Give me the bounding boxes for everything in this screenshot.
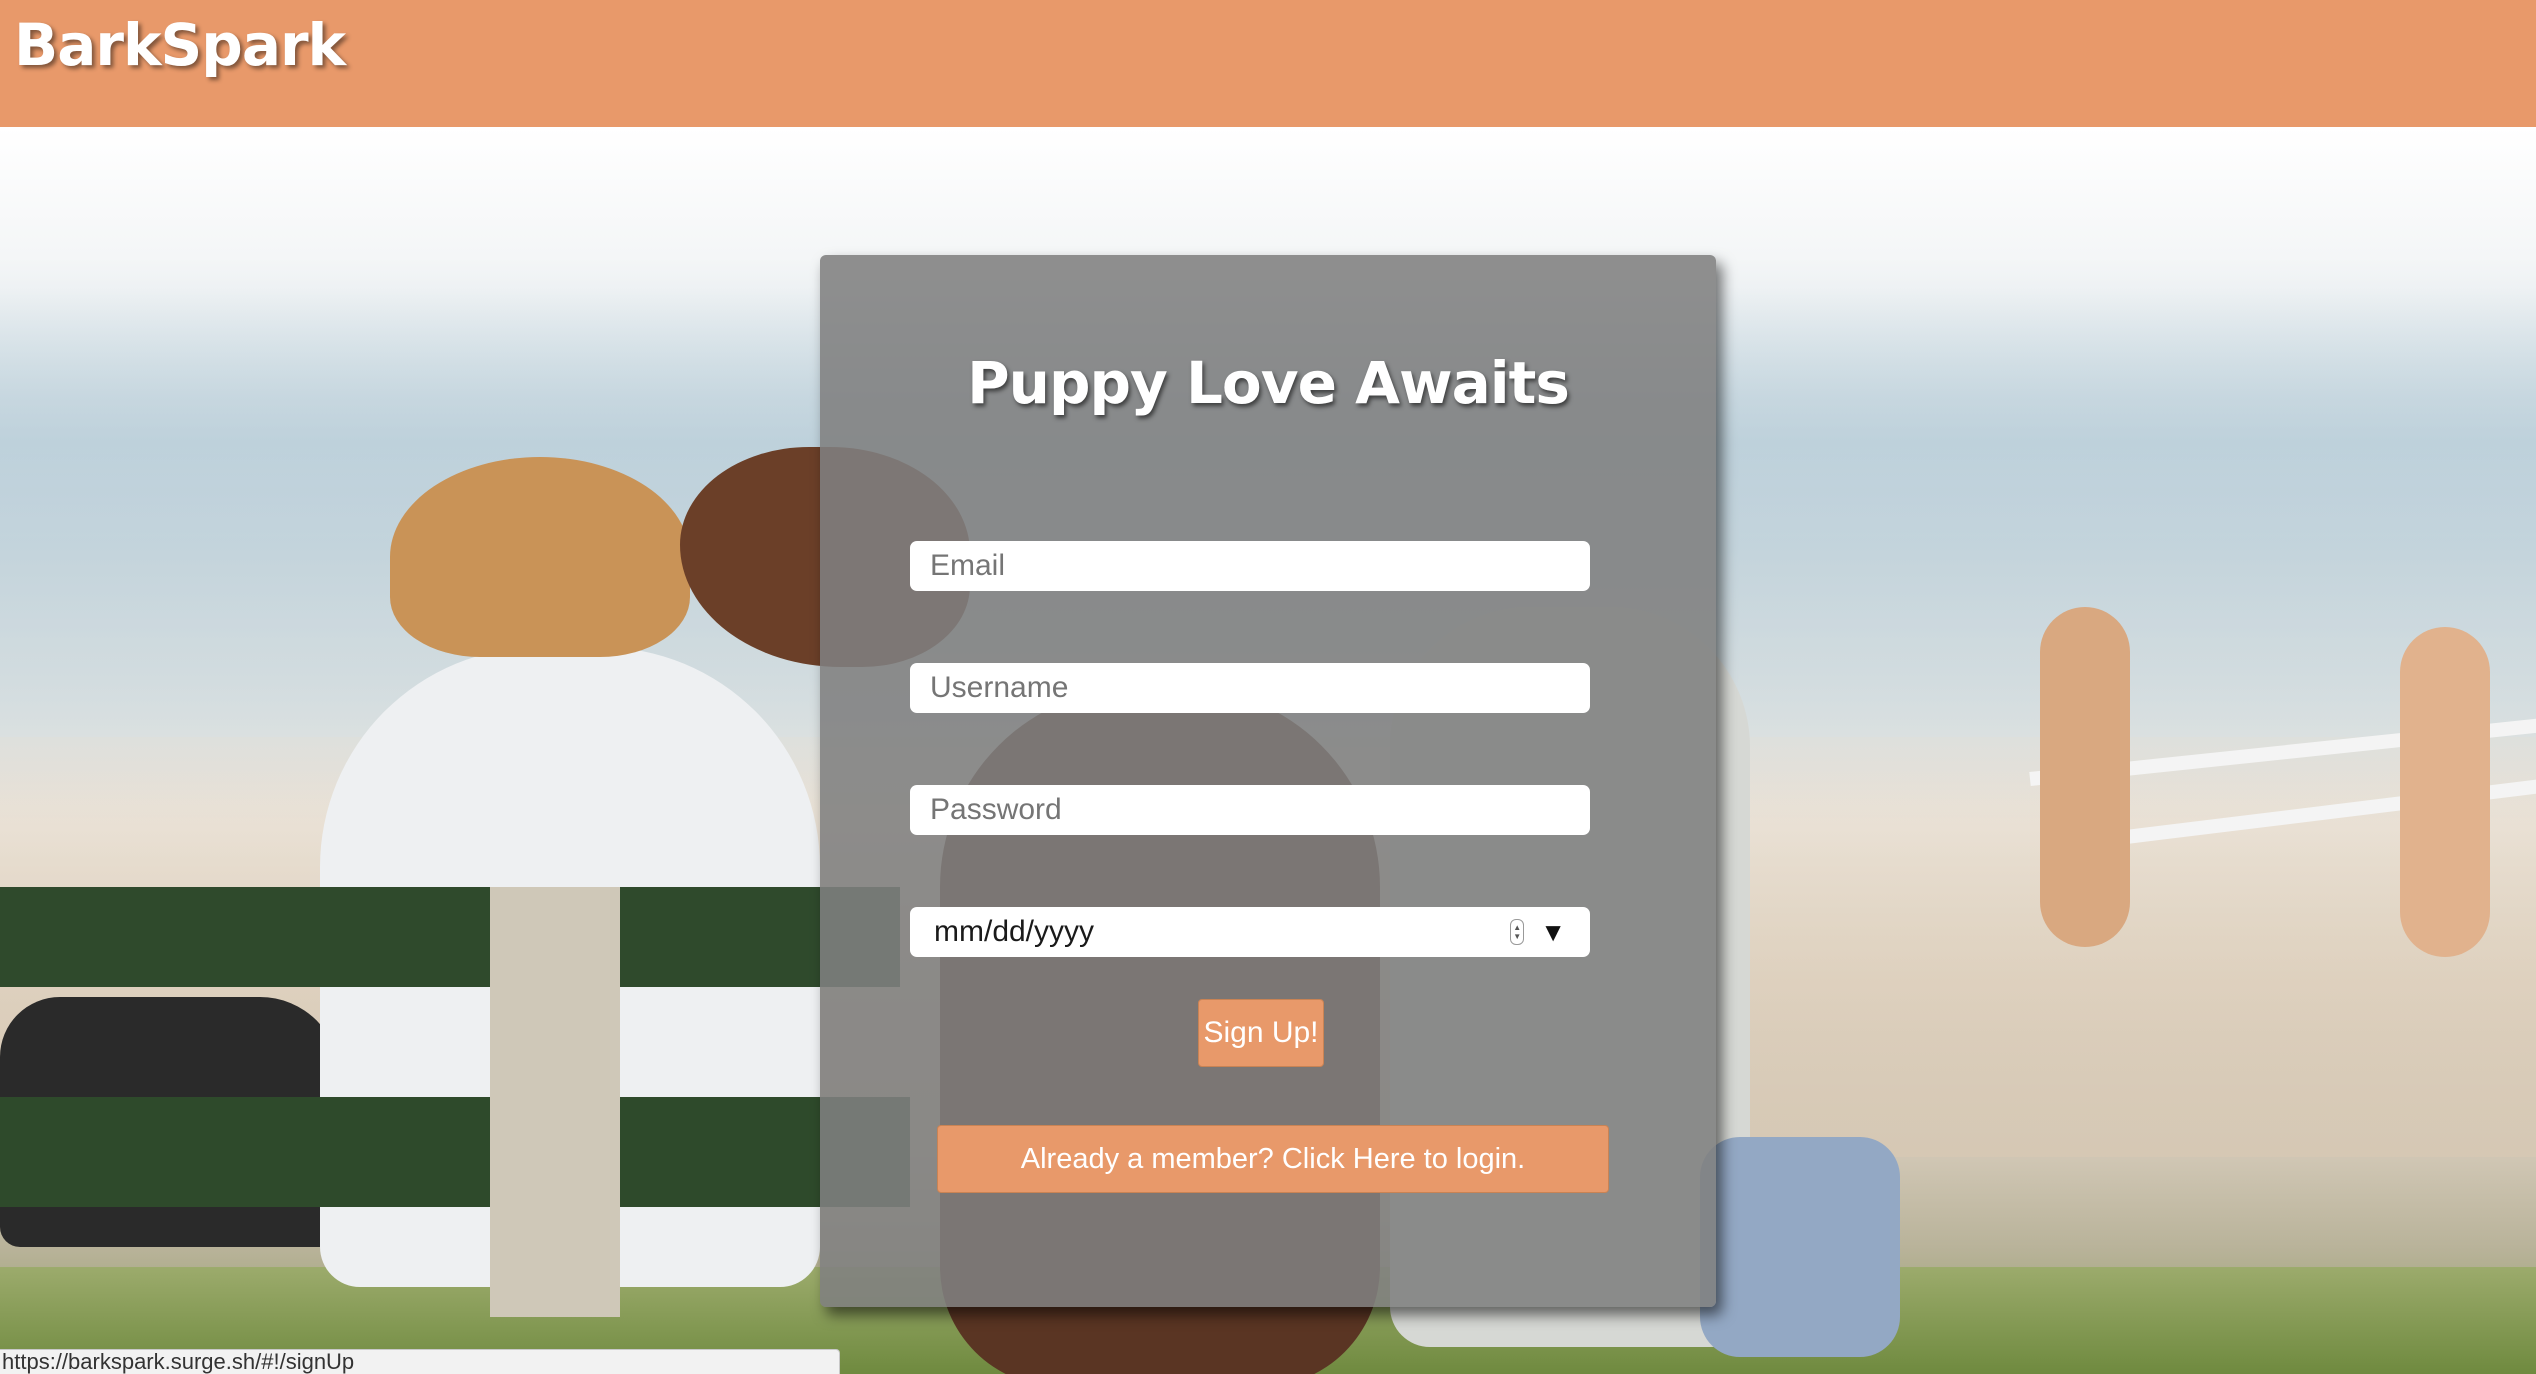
login-prompt-suffix: to login. xyxy=(1415,1142,1526,1175)
top-header: BarkSpark xyxy=(0,0,2536,127)
form-title: Puppy Love Awaits xyxy=(967,349,1570,417)
signup-button[interactable]: Sign Up! xyxy=(1198,999,1324,1067)
birthdate-placeholder: mm/dd/yyyy xyxy=(934,915,1095,948)
dropdown-arrow-icon[interactable]: ▼ xyxy=(1540,919,1566,945)
password-field[interactable] xyxy=(910,785,1590,835)
brand-logo[interactable]: BarkSpark xyxy=(14,16,346,74)
signup-card: Puppy Love Awaits mm/dd/yyyy ▲▼ ▼ Sign U… xyxy=(820,255,1716,1307)
login-link[interactable]: Here xyxy=(1353,1143,1416,1176)
birthdate-field[interactable]: mm/dd/yyyy ▲ ▼ ▼ xyxy=(910,907,1590,957)
login-prompt-prefix: Already a member? Click xyxy=(1020,1142,1353,1175)
email-field[interactable] xyxy=(910,541,1590,591)
login-prompt-button[interactable]: Already a member? Click Here to login. xyxy=(937,1125,1609,1193)
username-field[interactable] xyxy=(910,663,1590,713)
status-bar-url: https://barkspark.surge.sh/#!/signUp xyxy=(0,1349,840,1374)
spinner-icon[interactable]: ▲ ▼ xyxy=(1510,919,1525,945)
